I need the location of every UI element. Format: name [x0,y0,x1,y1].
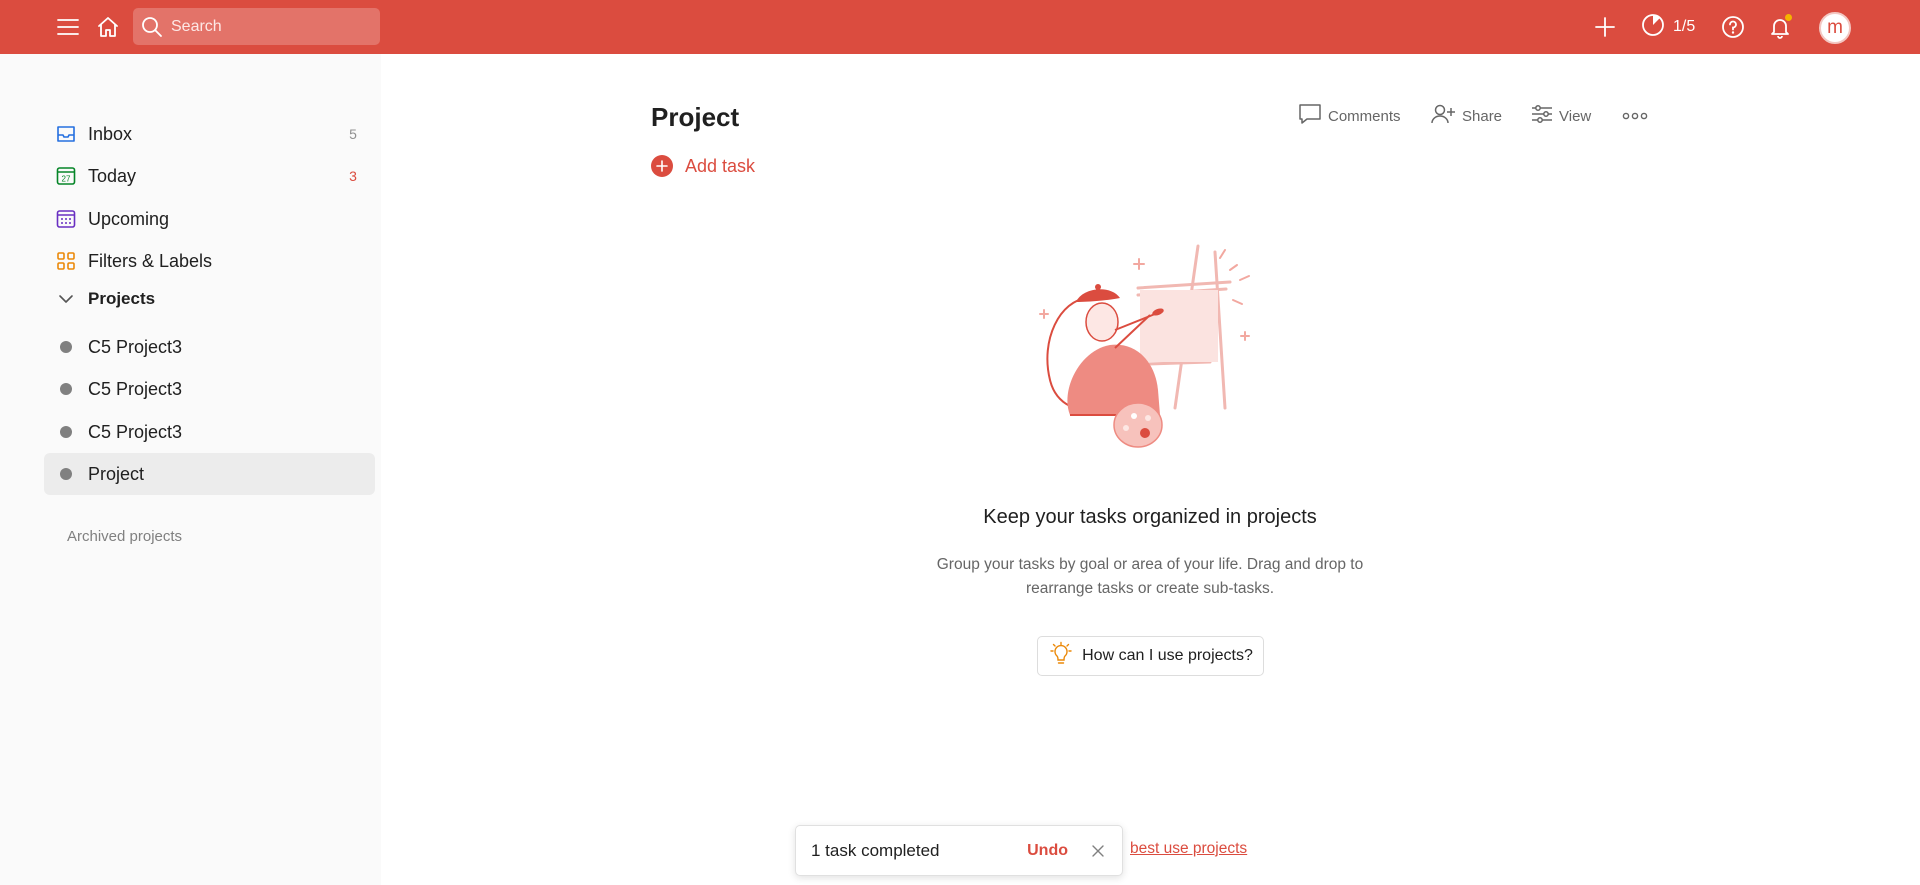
sidebar-item-label: Upcoming [88,208,170,229]
page-title: Project [651,102,740,132]
sidebar-item-label: Filters & Labels [88,250,213,271]
learn-best-use-projects-link[interactable]: best use projects [1130,840,1247,858]
productivity-icon [1641,13,1665,42]
empty-state-desc-line: rearrange tasks or create sub-tasks. [1025,580,1275,597]
sidebar-item-label: Project [88,463,145,484]
sidebar-project-item[interactable]: C5 Project3 [44,326,375,368]
project-dot-icon [44,368,88,410]
project-dot-icon [44,326,88,368]
sidebar-item-label: C5 Project3 [88,421,183,442]
today-day-number: 27 [62,175,71,184]
add-task-button[interactable]: Add task [651,152,755,180]
empty-state-desc-line: Group your tasks by goal or area of your… [936,556,1364,573]
add-task-label: Add task [685,155,756,176]
top-bar: 1/5 m [0,0,1920,54]
sidebar-item-label: C5 Project3 [88,336,183,357]
productivity-count: 1/5 [1673,18,1696,35]
sidebar-item-upcoming[interactable]: Upcoming [44,198,375,240]
archived-projects-link[interactable]: Archived projects [67,528,182,545]
notifications-icon[interactable] [1764,11,1796,43]
calendar-grid-icon [44,198,88,240]
home-icon[interactable] [92,11,124,43]
filters-grid-icon [44,240,88,282]
inbox-icon [44,113,88,155]
quick-add-icon[interactable] [1589,11,1621,43]
sidebar-project-item[interactable]: C5 Project3 [44,411,375,453]
view-button[interactable]: View [1531,100,1591,132]
toast-message: 1 task completed [811,840,940,860]
share-button[interactable]: Share [1430,100,1502,132]
project-dot-icon [44,453,88,495]
how-to-use-projects-button[interactable]: How can I use projects? [1037,636,1264,676]
view-label: View [1559,107,1592,125]
search-bar[interactable] [133,8,380,45]
help-icon[interactable] [1717,11,1749,43]
more-horizontal-icon [1622,108,1648,125]
inbox-count: 5 [349,126,357,142]
sidebar-project-item-active[interactable]: Project [44,453,375,495]
avatar[interactable]: m [1819,12,1851,44]
lightbulb-icon [1048,641,1074,672]
calendar-today-icon: 27 [44,155,88,197]
comment-icon [1298,103,1322,129]
help-button-label: How can I use projects? [1082,647,1253,664]
comments-label: Comments [1328,107,1401,125]
task-completed-toast: 1 task completed Undo [795,825,1123,876]
menu-icon[interactable] [52,11,84,43]
painter-illustration [1039,244,1250,448]
undo-button[interactable]: Undo [1027,842,1068,860]
chevron-down-icon[interactable] [44,278,88,320]
search-icon [133,8,171,45]
plus-circle-icon [651,155,673,177]
projects-section-header[interactable]: Projects [44,278,375,320]
sidebar-item-inbox[interactable]: Inbox 5 [44,113,375,155]
share-label: Share [1462,107,1503,125]
sidebar-item-today[interactable]: 27 Today 3 [44,155,375,197]
close-icon[interactable] [1088,841,1108,861]
sidebar: Inbox 5 27 Today 3 Upcoming Filters & La… [0,54,381,885]
empty-state-description: Group your tasks by goal or area of your… [900,553,1400,601]
sidebar-item-label: Inbox [88,123,133,144]
project-dot-icon [44,411,88,453]
sidebar-item-filters-labels[interactable]: Filters & Labels [44,240,375,282]
more-options-button[interactable] [1622,100,1648,132]
sidebar-item-label: C5 Project3 [88,378,183,399]
productivity-button[interactable]: 1/5 [1641,11,1695,43]
today-count: 3 [349,168,357,184]
sliders-icon [1531,104,1553,128]
sidebar-project-item[interactable]: C5 Project3 [44,368,375,410]
search-input[interactable] [171,17,361,36]
add-person-icon [1430,103,1456,129]
comments-button[interactable]: Comments [1298,100,1401,132]
empty-state-title: Keep your tasks organized in projects [983,506,1317,528]
projects-header-label: Projects [88,289,156,308]
notification-badge [1784,13,1793,22]
sidebar-item-label: Today [88,165,137,186]
